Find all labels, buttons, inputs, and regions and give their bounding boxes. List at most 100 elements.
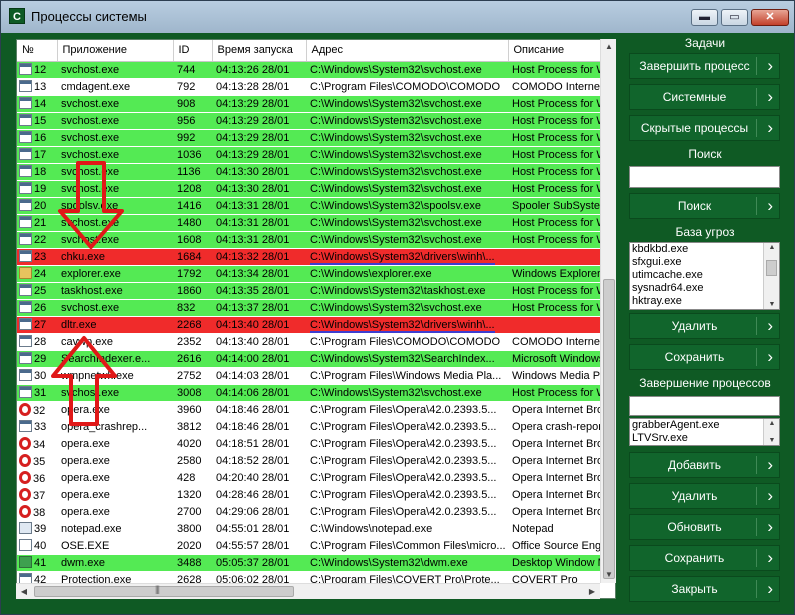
cell-app: opera_crashrep... — [57, 418, 173, 436]
col-header-start-time[interactable]: Время запуска — [212, 40, 307, 62]
vertical-scrollbar[interactable]: ▲ ▼ — [600, 39, 616, 583]
termination-scrollbar[interactable]: ▲ ▼ — [763, 419, 779, 445]
threats-scroll-thumb[interactable] — [766, 260, 777, 276]
table-row[interactable]: 26 svchost.exe 832 04:13:37 28/01 C:\Windows… — [17, 299, 601, 317]
table-row[interactable]: 41 dwm.exe 3488 05:05:37 28/01 C:\Windows\Sy… — [17, 554, 601, 572]
threat-list-item[interactable]: kbdkbd.exe — [630, 243, 779, 256]
table-row[interactable]: 22 svchost.exe 1608 04:13:31 28/01 C:\Window… — [17, 231, 601, 249]
cell-start-time: 04:13:34 28/01 — [212, 265, 306, 283]
table-row[interactable]: 36 opera.exe 428 04:20:40 28/01 C:\Program F… — [17, 469, 601, 487]
table-row[interactable]: 23 chku.exe 1684 04:13:32 28/01 C:\Windows\S… — [17, 248, 601, 266]
table-row[interactable]: 35 opera.exe 2580 04:18:52 28/01 C:\Program … — [17, 452, 601, 470]
cell-number: 20 — [17, 197, 57, 215]
scroll-down-arrow-icon[interactable]: ▼ — [601, 567, 617, 583]
cell-start-time: 04:14:03 28/01 — [212, 367, 306, 385]
table-row[interactable]: 24 explorer.exe 1792 04:13:34 28/01 C:\Windo… — [17, 265, 601, 283]
termination-input[interactable] — [629, 396, 780, 416]
col-header-number[interactable]: № — [17, 40, 58, 62]
delete-threat-button[interactable]: Удалить › — [629, 313, 780, 339]
termination-listbox[interactable]: grabberAgent.exe LTVSrv.exe ▲ ▼ — [629, 418, 780, 446]
window-title: Процессы системы — [31, 9, 147, 24]
table-row[interactable]: 38 opera.exe 2700 04:29:06 28/01 C:\Program … — [17, 503, 601, 521]
table-row[interactable]: 18 svchost.exe 1136 04:13:30 28/01 C:\Window… — [17, 163, 601, 181]
cell-number: 36 — [17, 469, 57, 487]
table-row[interactable]: 12 svchost.exe 744 04:13:26 28/01 C:\Windows… — [17, 61, 601, 79]
threat-list-item[interactable]: sfxgui.exe — [630, 256, 779, 269]
add-button-label: Добавить — [667, 458, 722, 472]
scroll-down-arrow-icon[interactable]: ▼ — [764, 437, 779, 444]
col-header-description[interactable]: Описание — [508, 40, 602, 62]
table-row[interactable]: 39 notepad.exe 3800 04:55:01 28/01 C:\Window… — [17, 520, 601, 538]
table-row[interactable]: 25 taskhost.exe 1860 04:13:35 28/01 C:\Windo… — [17, 282, 601, 300]
table-row[interactable]: 21 svchost.exe 1480 04:13:31 28/01 C:\Window… — [17, 214, 601, 232]
table-row[interactable]: 32 opera.exe 3960 04:18:46 28/01 C:\Program … — [17, 401, 601, 419]
scroll-up-arrow-icon[interactable]: ▲ — [601, 39, 617, 55]
col-header-app[interactable]: Приложение — [57, 40, 174, 62]
refresh-button[interactable]: Обновить › — [629, 514, 780, 540]
save-termination-button[interactable]: Сохранить › — [629, 545, 780, 571]
cell-description-text: Host Process for Wind — [512, 131, 601, 144]
search-button[interactable]: Поиск › — [629, 193, 780, 219]
save-threats-button[interactable]: Сохранить › — [629, 344, 780, 370]
table-row[interactable]: 34 opera.exe 4020 04:18:51 28/01 C:\Program … — [17, 435, 601, 453]
add-button[interactable]: Добавить › — [629, 452, 780, 478]
scroll-up-arrow-icon[interactable]: ▲ — [764, 420, 779, 427]
search-input[interactable] — [629, 166, 780, 188]
cell-id: 3008 — [173, 384, 212, 402]
table-row[interactable]: 20 spoolsv.exe 1416 04:13:31 28/01 C:\Window… — [17, 197, 601, 215]
cell-number-text: 14 — [34, 98, 47, 110]
cell-start-time: 04:13:30 28/01 — [212, 180, 306, 198]
delete-termination-button[interactable]: Удалить › — [629, 483, 780, 509]
cell-description — [508, 248, 601, 266]
table-row[interactable]: 33 opera_crashrep... 3812 04:18:46 28/01 C:\… — [17, 418, 601, 436]
cell-app-text: opera.exe — [61, 403, 110, 416]
table-row[interactable]: 29 SearchIndexer.e... 2616 04:14:00 28/01 C:… — [17, 350, 601, 368]
scroll-right-arrow-icon[interactable]: ▶ — [584, 584, 600, 600]
scroll-up-arrow-icon[interactable]: ▲ — [764, 244, 779, 251]
threat-list-item[interactable]: hktray.exe — [630, 295, 779, 308]
system-processes-button[interactable]: Системные › — [629, 84, 780, 110]
table-row[interactable]: 15 svchost.exe 956 04:13:29 28/01 C:\Windows… — [17, 112, 601, 130]
table-row[interactable]: 16 svchost.exe 992 04:13:29 28/01 C:\Windows… — [17, 129, 601, 147]
scroll-down-arrow-icon[interactable]: ▼ — [764, 301, 779, 308]
threat-list-item[interactable]: sysnadr64.exe — [630, 282, 779, 295]
vertical-scroll-thumb[interactable] — [603, 279, 615, 579]
table-row[interactable]: 37 opera.exe 1320 04:28:46 28/01 C:\Program … — [17, 486, 601, 504]
close-button[interactable]: Закрыть › — [629, 576, 780, 602]
hidden-processes-button[interactable]: Скрытые процессы › — [629, 115, 780, 141]
cell-address: C:\Program Files\COMODO\COMODO — [306, 333, 508, 351]
threats-listbox[interactable]: kbdkbd.exe sfxgui.exe utimcache.exe sysnadr… — [629, 242, 780, 310]
threats-scrollbar[interactable]: ▲ ▼ — [763, 243, 779, 309]
termination-list-item[interactable]: LTVSrv.exe — [630, 432, 779, 445]
end-process-button[interactable]: Завершить процесс › — [629, 53, 780, 79]
cell-number-text: 21 — [34, 217, 47, 229]
horizontal-scrollbar[interactable]: ◀ ▶ — [16, 583, 600, 599]
scroll-left-arrow-icon[interactable]: ◀ — [16, 584, 32, 600]
table-row[interactable]: 27 dltr.exe 2268 04:13:40 28/01 C:\Windows\S… — [17, 316, 601, 334]
process-list[interactable]: № Приложение ID Время запуска Адрес Опис… — [16, 39, 616, 599]
cell-id: 2752 — [173, 367, 212, 385]
minimize-button[interactable]: ▬ — [691, 9, 718, 26]
cell-number-text: 41 — [34, 557, 47, 569]
col-header-address[interactable]: Адрес — [306, 40, 509, 62]
table-row[interactable]: 30 wmpnetwk.exe 2752 04:14:03 28/01 C:\Progr… — [17, 367, 601, 385]
table-row[interactable]: 31 svchost.exe 3008 04:14:06 28/01 C:\Window… — [17, 384, 601, 402]
cell-number: 25 — [17, 282, 57, 300]
table-row[interactable]: 13 cmdagent.exe 792 04:13:28 28/01 C:\Progra… — [17, 78, 601, 96]
table-row[interactable]: 28 cavwp.exe 2352 04:13:40 28/01 C:\Program … — [17, 333, 601, 351]
table-row[interactable]: 14 svchost.exe 908 04:13:29 28/01 C:\Windows… — [17, 95, 601, 113]
table-row[interactable]: 17 svchost.exe 1036 04:13:29 28/01 C:\Window… — [17, 146, 601, 164]
table-row[interactable]: 40 OSE.EXE 2020 04:55:57 28/01 C:\Program Fi… — [17, 537, 601, 555]
close-window-button[interactable]: ✕ — [751, 9, 789, 26]
table-row[interactable]: 19 svchost.exe 1208 04:13:30 28/01 C:\Window… — [17, 180, 601, 198]
col-header-id[interactable]: ID — [173, 40, 213, 62]
threat-list-item[interactable]: utimcache.exe — [630, 269, 779, 282]
horizontal-scroll-thumb[interactable] — [34, 584, 294, 597]
end-process-label: Завершить процесс — [639, 59, 750, 73]
cell-start-time: 04:13:28 28/01 — [212, 78, 306, 96]
cell-id-text: 792 — [177, 80, 196, 93]
cell-description: Microsoft Windows Se — [508, 350, 601, 368]
maximize-button[interactable]: ▭ — [721, 9, 748, 26]
termination-list-item[interactable]: grabberAgent.exe — [630, 419, 779, 432]
cell-start-time-text: 04:13:29 28/01 — [216, 97, 290, 110]
